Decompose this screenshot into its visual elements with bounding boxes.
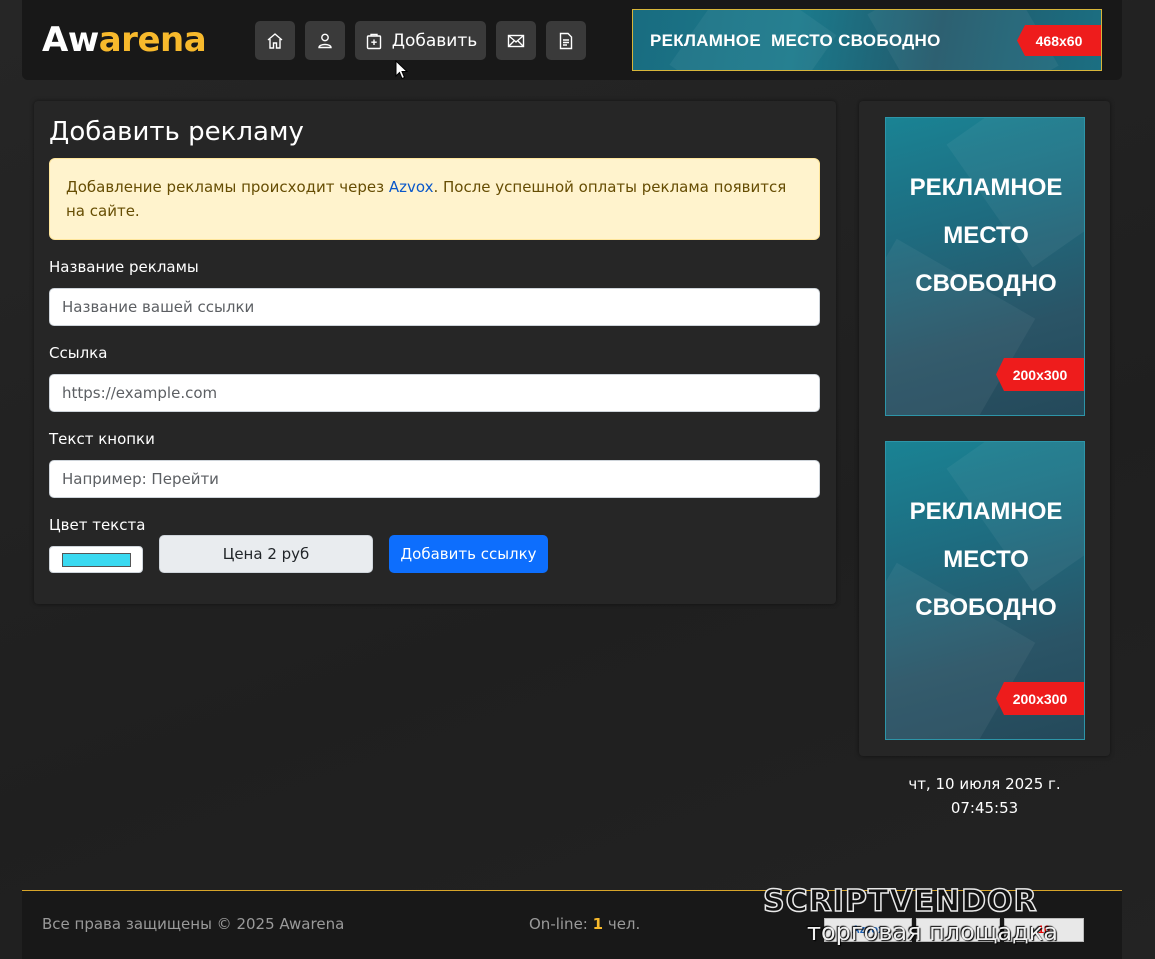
side-banner-2-line1: РЕКЛАМНОЕ [909,498,1063,525]
side-banner-1-size-badge: 200x300 [996,358,1084,391]
payment-info-alert: Добавление рекламы происходит через Azvo… [49,158,820,240]
top-banner-text: РЕКЛАМНОЕ МЕСТО СВОБОДНО [650,31,941,50]
profile-button[interactable] [305,21,345,60]
current-date: чт, 10 июля 2025 г. [908,775,1061,793]
price-display: Цена 2 руб [159,535,373,573]
sidebar-ads: РЕКЛАМНОЕ МЕСТО СВОБОДНО 200x300 РЕКЛАМН… [859,101,1110,756]
side-banner-1-line2: МЕСТО [943,222,1029,249]
add-ad-button[interactable]: Добавить [355,21,486,60]
site-header: Awarena Добавить РЕКЛАМНОЕ МЕСТО СВОБОДН… [22,0,1122,80]
side-ad-banner-2[interactable]: РЕКЛАМНОЕ МЕСТО СВОБОДНО 200x300 [885,441,1085,740]
online-counter: On-line: 1 чел. [529,915,640,933]
documents-button[interactable] [546,21,586,60]
side-banner-2-size-badge: 200x300 [996,682,1084,715]
ad-url-input[interactable] [49,374,820,412]
online-prefix: On-line: [529,915,593,933]
user-icon [318,33,332,48]
online-suffix: чел. [603,915,641,933]
side-banner-1-line1: РЕКЛАМНОЕ [909,174,1063,201]
text-color-picker[interactable] [49,546,143,573]
add-ad-label: Добавить [391,30,478,51]
button-text-label: Текст кнопки [49,430,155,448]
logo-text-part2: arena [98,20,207,60]
scriptvendor-watermark: SCRIPTVENDOR торговая площадка [762,883,1143,954]
side-banner-1-text: РЕКЛАМНОЕ МЕСТО СВОБОДНО [886,164,1084,308]
add-bag-icon [366,33,381,49]
page-title: Добавить рекламу [49,117,304,147]
watermark-title: SCRIPTVENDOR [762,883,1038,920]
alert-text-before: Добавление рекламы происходит через [66,178,389,196]
side-ad-banner-1[interactable]: РЕКЛАМНОЕ МЕСТО СВОБОДНО 200x300 [885,117,1085,416]
document-icon [559,32,573,49]
online-count: 1 [592,915,604,933]
site-logo[interactable]: Awarena [42,20,207,60]
ad-url-label: Ссылка [49,344,108,362]
ad-name-input[interactable] [49,288,820,326]
add-ad-card: Добавить рекламу Добавление рекламы прои… [34,101,836,604]
ad-name-label: Название рекламы [49,258,199,276]
button-text-input[interactable] [49,460,820,498]
messages-button[interactable] [496,21,536,60]
copyright-text: Все права защищены © 2025 Awarena [42,915,345,933]
side-banner-1-line3: СВОБОДНО [915,270,1057,297]
envelope-icon [507,34,525,47]
side-banner-2-text: РЕКЛАМНОЕ МЕСТО СВОБОДНО [886,488,1084,632]
current-datetime: чт, 10 июля 2025 г. 07:45:53 [859,772,1110,820]
current-time: 07:45:53 [950,799,1019,817]
logo-text-part1: Aw [42,20,99,60]
side-banner-2-line3: СВОБОДНО [915,594,1057,621]
azvox-link[interactable]: Azvox [389,178,434,196]
home-button[interactable] [255,21,295,60]
top-ad-banner[interactable]: РЕКЛАМНОЕ МЕСТО СВОБОДНО 468x60 [632,9,1102,71]
color-swatch [62,553,131,567]
mouse-cursor-icon [395,60,409,80]
side-banner-2-line2: МЕСТО [943,546,1029,573]
home-icon [267,32,283,49]
watermark-subtitle: торговая площадка [807,918,1058,946]
add-link-button[interactable]: Добавить ссылку [389,535,548,573]
top-banner-size-badge: 468x60 [1017,25,1101,56]
text-color-label: Цвет текста [49,516,146,534]
